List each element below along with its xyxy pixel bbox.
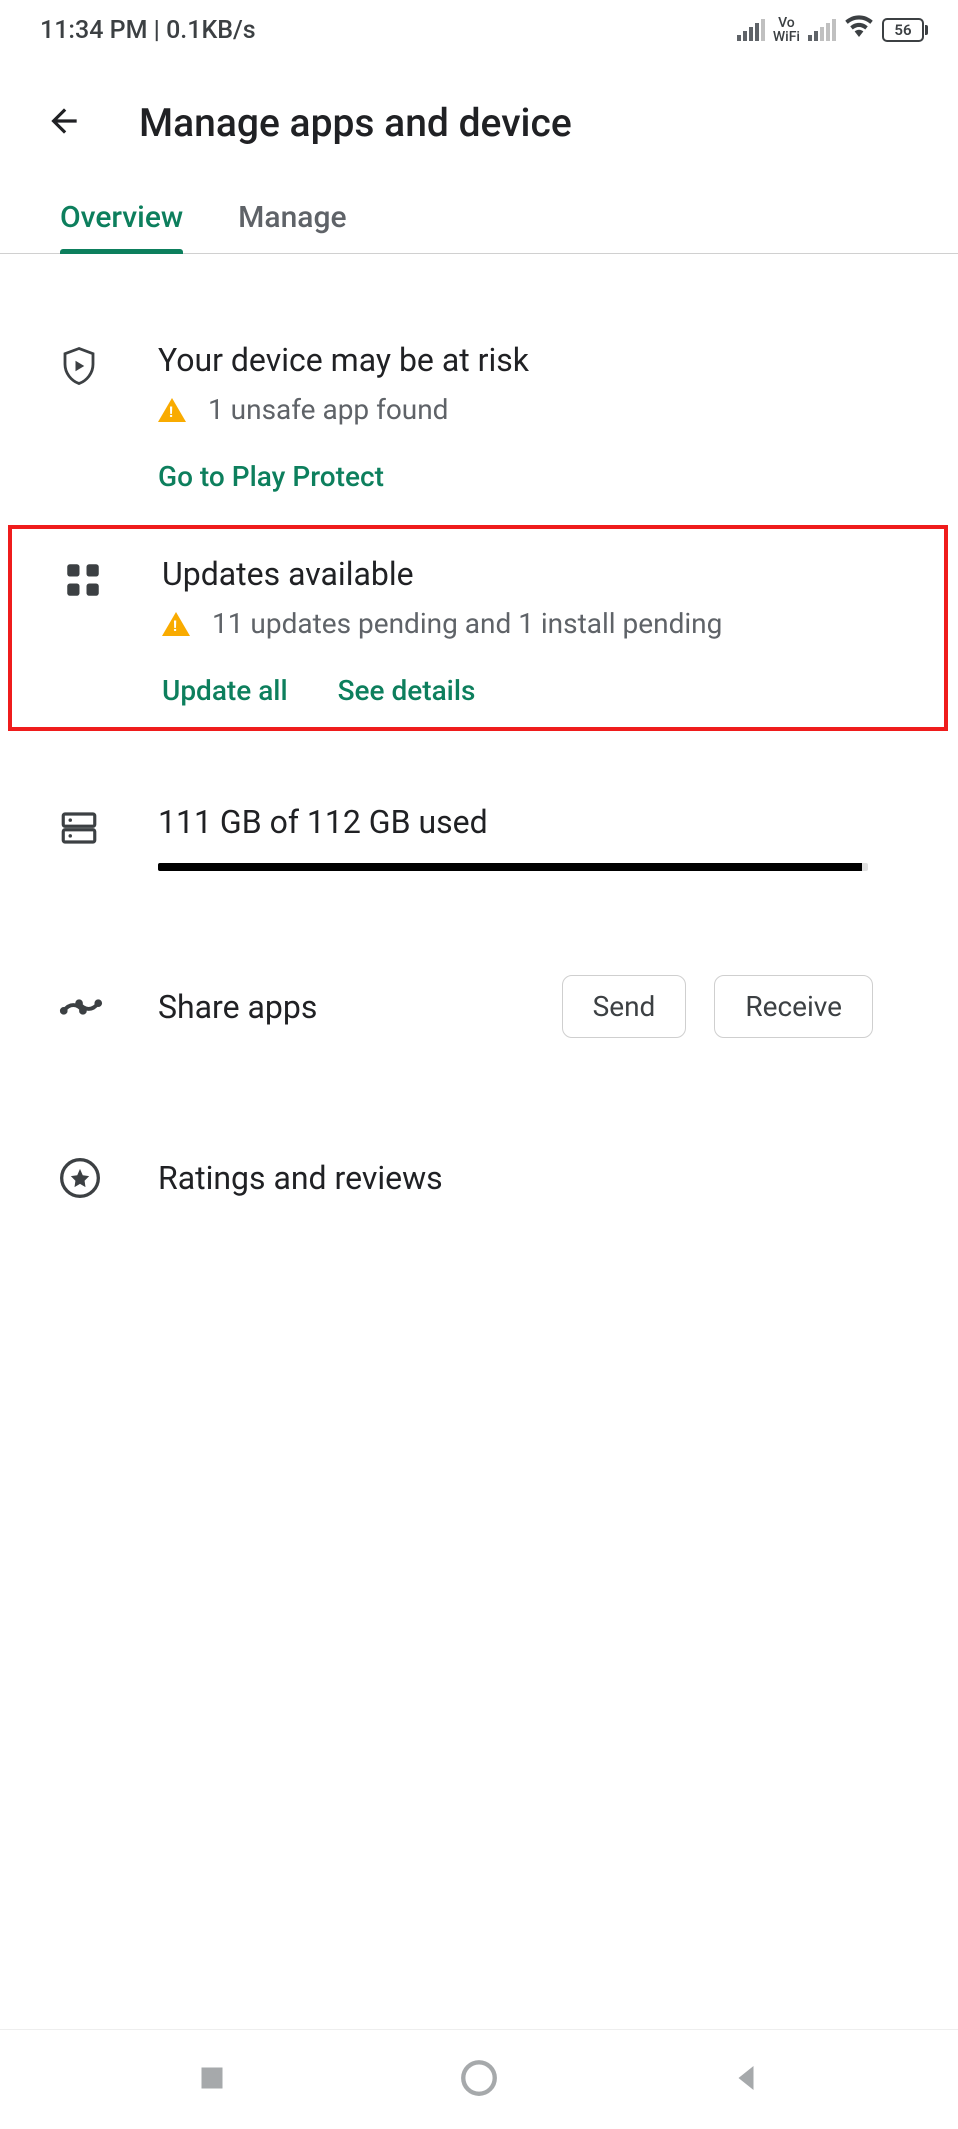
status-time: 11:34 PM | 0.1KB/s	[40, 16, 256, 45]
share-apps-label: Share apps	[158, 988, 317, 1026]
back-arrow-icon[interactable]	[45, 102, 83, 144]
warning-icon	[162, 612, 190, 636]
play-protect-title: Your device may be at risk	[158, 341, 913, 379]
update-all-button[interactable]: Update all	[162, 674, 288, 707]
signal-icon-2	[808, 19, 836, 41]
updates-title: Updates available	[162, 555, 899, 593]
signal-icon-1	[737, 19, 765, 41]
play-protect-subtitle: 1 unsafe app found	[208, 393, 448, 426]
battery-icon: 56	[882, 18, 928, 42]
ratings-label: Ratings and reviews	[158, 1159, 913, 1197]
receive-button[interactable]: Receive	[714, 975, 873, 1038]
tab-manage[interactable]: Manage	[238, 176, 346, 253]
nav-recents-icon[interactable]	[194, 2060, 230, 2100]
share-icon	[58, 980, 158, 1034]
ratings-card[interactable]: Ratings and reviews	[0, 1120, 958, 1236]
storage-card[interactable]: 111 GB of 112 GB used	[0, 771, 958, 903]
star-circle-icon	[58, 1152, 158, 1204]
apps-grid-icon	[62, 555, 162, 605]
vowifi-icon: VoWiFi	[773, 16, 800, 44]
updates-subtitle: 11 updates pending and 1 install pending	[212, 607, 722, 640]
wifi-icon	[844, 12, 874, 49]
status-right: VoWiFi 56	[737, 12, 928, 49]
warning-icon	[158, 398, 186, 422]
share-apps-card: Share apps Send Receive	[0, 943, 958, 1070]
tab-overview[interactable]: Overview	[60, 176, 183, 253]
go-to-play-protect-button[interactable]: Go to Play Protect	[158, 460, 384, 493]
shield-play-icon	[58, 341, 158, 391]
storage-icon	[58, 803, 158, 853]
storage-text: 111 GB of 112 GB used	[158, 803, 868, 841]
nav-back-icon[interactable]	[728, 2060, 764, 2100]
send-button[interactable]: Send	[562, 975, 687, 1038]
play-protect-card[interactable]: Your device may be at risk 1 unsafe app …	[0, 309, 958, 525]
updates-card[interactable]: Updates available 11 updates pending and…	[12, 529, 944, 727]
nav-home-icon[interactable]	[458, 2057, 500, 2103]
see-details-button[interactable]: See details	[338, 674, 476, 707]
page-title: Manage apps and device	[139, 100, 572, 146]
updates-highlight: Updates available 11 updates pending and…	[8, 525, 948, 731]
storage-progress	[158, 863, 868, 871]
